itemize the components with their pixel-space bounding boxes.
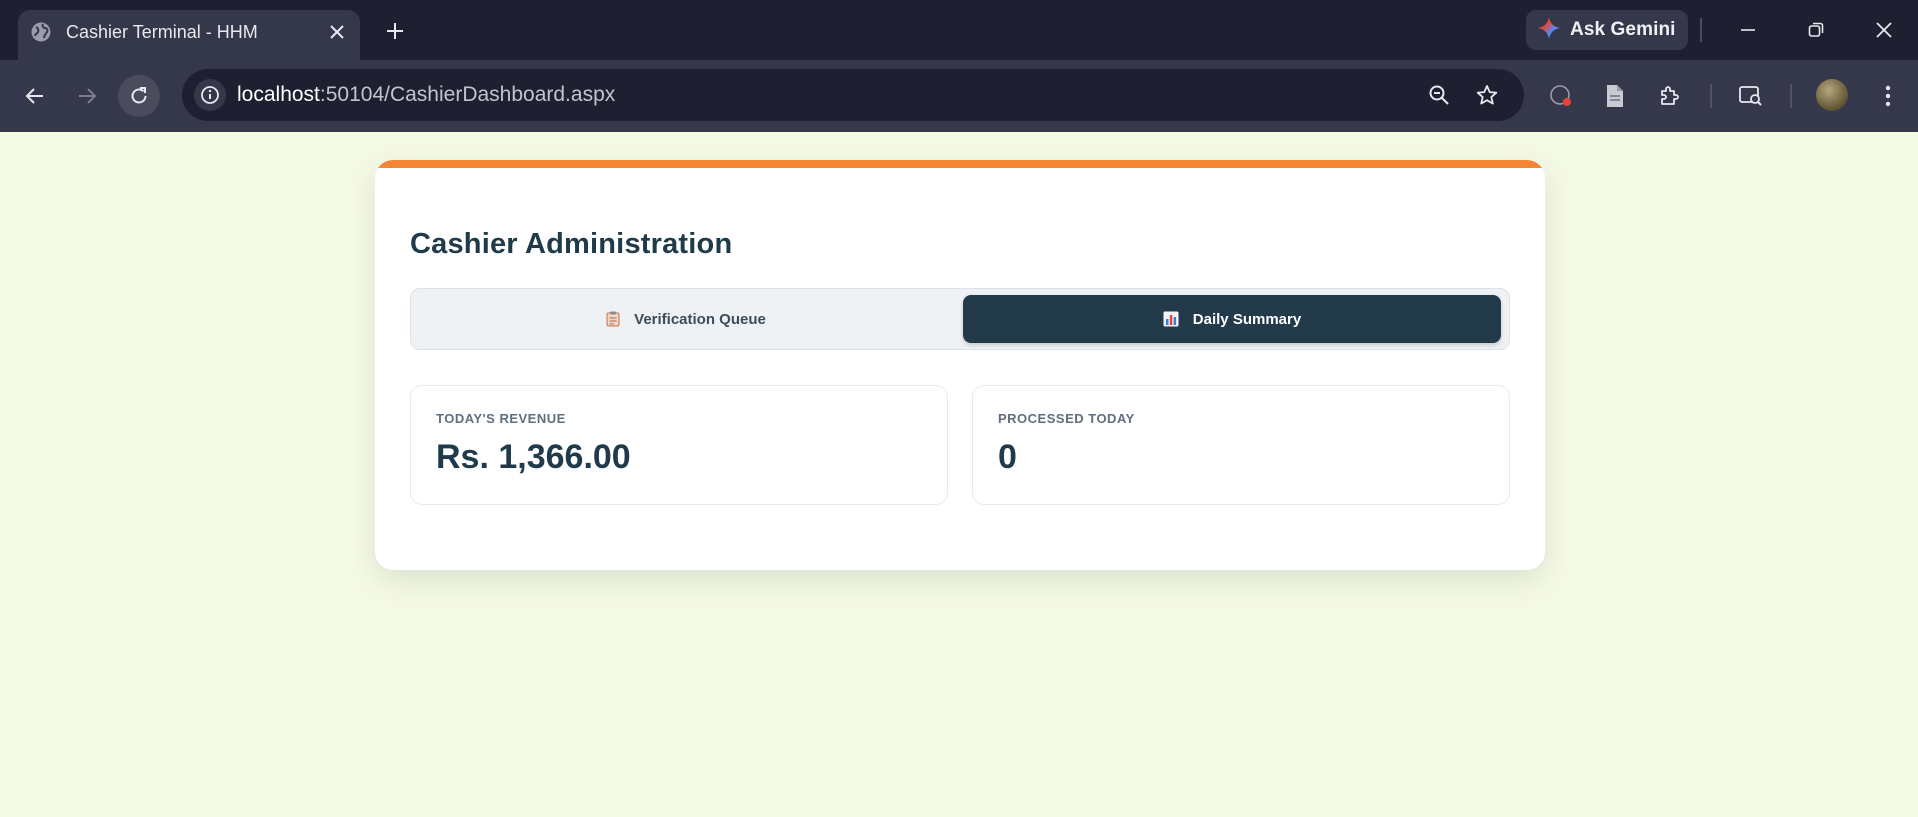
view-tabs: Verification Queue Daily Summary [410, 288, 1510, 350]
bar-chart-icon [1163, 311, 1179, 327]
new-tab-icon[interactable] [380, 16, 410, 46]
kebab-menu-icon[interactable] [1870, 78, 1906, 114]
browser-toolbar: localhost:50104/CashierDashboard.aspx [0, 60, 1918, 132]
close-tab-icon[interactable] [324, 19, 350, 45]
profile-avatar[interactable] [1816, 79, 1848, 111]
page-title: Cashier Administration [410, 228, 733, 260]
minimize-icon[interactable] [1726, 10, 1770, 50]
tab-title: Cashier Terminal - HHM [66, 22, 258, 42]
tab-search-icon[interactable] [1733, 78, 1769, 114]
clipboard-icon [606, 311, 620, 327]
card-accent-bar [375, 160, 1545, 168]
stat-label: PROCESSED TODAY [998, 411, 1135, 426]
reload-icon[interactable] [118, 75, 160, 117]
back-arrow-icon[interactable] [14, 75, 56, 117]
ask-gemini-button[interactable]: Ask Gemini [1526, 10, 1688, 50]
tab-label: Verification Queue [634, 310, 766, 328]
tab-verification-queue[interactable]: Verification Queue [417, 295, 955, 343]
tab-daily-summary[interactable]: Daily Summary [963, 295, 1501, 343]
bookmark-star-icon[interactable] [1472, 80, 1502, 110]
cashier-admin-card: Cashier Administration Verification Queu… [375, 160, 1545, 570]
ask-gemini-label: Ask Gemini [1570, 19, 1676, 40]
url-host: localhost [237, 83, 320, 106]
restore-icon[interactable] [1794, 10, 1838, 50]
forward-arrow-icon[interactable] [66, 75, 108, 117]
divider [1790, 84, 1792, 108]
divider [1700, 18, 1702, 42]
stat-card-processed: PROCESSED TODAY 0 [972, 385, 1510, 505]
close-window-icon[interactable] [1862, 10, 1906, 50]
extension-badge-icon[interactable] [1543, 78, 1579, 114]
url-path: :50104/CashierDashboard.aspx [319, 83, 616, 106]
zoom-icon[interactable] [1424, 80, 1454, 110]
browser-tab-strip: Cashier Terminal - HHM Ask Gemini [0, 0, 1918, 60]
address-bar[interactable]: localhost:50104/CashierDashboard.aspx [182, 69, 1524, 121]
stat-label: TODAY'S REVENUE [436, 411, 566, 426]
url-text[interactable]: localhost:50104/CashierDashboard.aspx [237, 83, 615, 107]
divider [1710, 84, 1712, 108]
document-icon[interactable] [1597, 78, 1633, 114]
tab-label: Daily Summary [1192, 310, 1302, 328]
stat-value: Rs. 1,366.00 [436, 438, 631, 476]
globe-icon [30, 21, 52, 43]
stat-value: 0 [998, 438, 1017, 476]
browser-tab[interactable]: Cashier Terminal - HHM [18, 10, 360, 60]
gemini-sparkle-icon [1538, 16, 1560, 44]
site-info-icon[interactable] [194, 79, 226, 111]
stat-card-revenue: TODAY'S REVENUE Rs. 1,366.00 [410, 385, 948, 505]
extensions-puzzle-icon[interactable] [1652, 78, 1688, 114]
